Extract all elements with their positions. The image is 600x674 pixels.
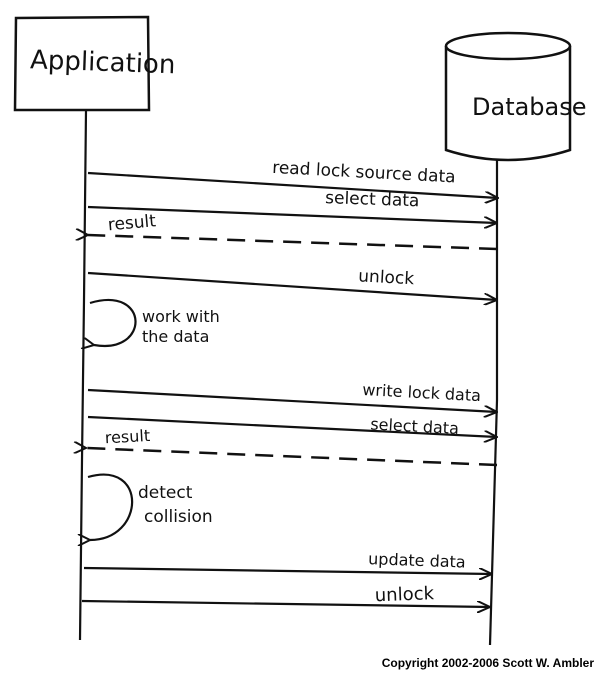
- message-label-result-1: result: [107, 211, 157, 235]
- message-label-result-2: result: [104, 426, 150, 447]
- self-label-detect-line2: collision: [144, 507, 213, 527]
- message-label-select-data-2: select data: [370, 414, 460, 438]
- sequence-diagram: Application Database read lock source da…: [13, 15, 587, 646]
- self-label-work-line2: the data: [142, 327, 209, 346]
- participant-database-label: Database: [472, 93, 587, 121]
- self-loop-work: [90, 299, 137, 346]
- message-label-unlock-1: unlock: [358, 266, 415, 289]
- message-label-unlock-2: unlock: [374, 583, 434, 606]
- message-arrow-result-1: [88, 235, 498, 251]
- message-label-update-data: update data: [368, 549, 466, 571]
- participant-application-label: Application: [30, 45, 176, 80]
- lifeline-application: [78, 109, 88, 641]
- participant-database: Database: [444, 31, 587, 162]
- self-loop-detect: [88, 473, 134, 540]
- self-label-detect-line1: detect: [138, 483, 193, 503]
- message-label-select-data-1: select data: [325, 188, 420, 211]
- participant-application: Application: [13, 15, 176, 112]
- copyright-notice: Copyright 2002-2006 Scott W. Ambler: [381, 656, 594, 670]
- message-label-write-lock: write lock data: [362, 380, 482, 405]
- self-label-work-line1: work with: [142, 307, 220, 326]
- message-arrow-unlock-1: [87, 271, 497, 300]
- lifeline-database: [488, 160, 499, 646]
- message-label-read-lock: read lock source data: [272, 158, 456, 188]
- message-arrow-result-2: [86, 448, 498, 467]
